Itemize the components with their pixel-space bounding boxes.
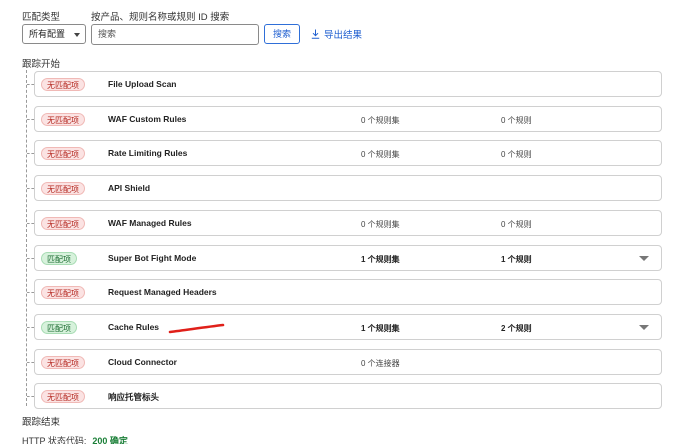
- ruleset-count: 1 个规则集: [361, 323, 400, 333]
- trace-row[interactable]: 匹配项 Super Bot Fight Mode 1 个规则集 1 个规则: [27, 244, 662, 271]
- trace-row: 无匹配项 Request Managed Headers: [27, 279, 662, 306]
- tree-tick: [27, 153, 34, 155]
- trace-row: 无匹配项 WAF Managed Rules 0 个规则集 0 个规则: [27, 209, 662, 236]
- match-status-badge: 无匹配项: [41, 216, 85, 230]
- trace-row: 无匹配项 File Upload Scan: [27, 71, 662, 97]
- tree-tick: [27, 292, 34, 294]
- ruleset-count: 0 个规则集: [361, 115, 400, 125]
- trace-row: 无匹配项 Cloud Connector 0 个连接器: [27, 348, 662, 375]
- rule-count: 0 个规则: [501, 150, 532, 160]
- http-status: HTTP 状态代码: 200 确定: [22, 434, 128, 444]
- trace-end-label: 跟踪结束: [22, 417, 61, 428]
- match-status-badge: 匹配项: [41, 251, 77, 265]
- rule-count: 1 个规则: [501, 254, 532, 264]
- match-status-badge: 无匹配项: [41, 286, 85, 300]
- trace-row: 无匹配项 API Shield: [27, 175, 662, 202]
- match-status-badge: 无匹配项: [41, 147, 85, 161]
- chevron-down-icon[interactable]: [639, 255, 649, 261]
- tree-tick: [27, 84, 34, 85]
- ruleset-count: 1 个规则集: [361, 254, 400, 264]
- product-name: Cloud Connector: [108, 356, 177, 367]
- rule-count: 2 个规则: [501, 323, 532, 333]
- export-results-link[interactable]: 导出结果: [311, 27, 362, 41]
- trace-row[interactable]: 匹配项 Cache Rules 1 个规则集 2 个规则: [27, 313, 662, 340]
- match-type-value: 所有配置: [29, 29, 66, 39]
- tree-connector: [26, 70, 27, 406]
- tree-tick: [27, 118, 34, 120]
- product-name: API Shield: [108, 183, 151, 194]
- trace-row: 无匹配项 WAF Custom Rules 0 个规则集 0 个规则: [27, 105, 662, 132]
- match-type-label: 匹配类型: [22, 12, 61, 23]
- http-status-code: 200 确定: [92, 436, 128, 444]
- match-status-badge: 无匹配项: [41, 355, 85, 369]
- chevron-down-icon: [74, 33, 80, 37]
- download-icon: [311, 29, 320, 39]
- search-input[interactable]: 搜索: [91, 24, 259, 45]
- trace-row: 无匹配项 Rate Limiting Rules 0 个规则集 0 个规则: [27, 140, 662, 167]
- tree-tick: [27, 361, 34, 363]
- match-status-badge: 无匹配项: [41, 182, 85, 196]
- tree-tick: [27, 222, 34, 224]
- search-label: 按产品、规则名称或规则 ID 搜索: [91, 12, 230, 23]
- trace-start-label: 跟踪开始: [22, 59, 61, 70]
- chevron-down-icon[interactable]: [639, 324, 649, 330]
- product-name: File Upload Scan: [108, 79, 177, 89]
- http-status-label: HTTP 状态代码:: [22, 436, 87, 444]
- search-button[interactable]: 搜索: [264, 24, 300, 44]
- ruleset-count: 0 个规则集: [361, 219, 400, 229]
- match-status-badge: 无匹配项: [41, 390, 85, 404]
- export-label: 导出结果: [324, 30, 363, 41]
- product-name: Super Bot Fight Mode: [108, 252, 197, 263]
- product-name: WAF Custom Rules: [108, 113, 187, 124]
- red-annotation-stroke: [168, 323, 225, 334]
- match-status-badge: 无匹配项: [41, 78, 85, 91]
- product-name: Cache Rules: [108, 321, 160, 332]
- tree-tick: [27, 326, 34, 328]
- rule-count: 0 个规则: [501, 219, 532, 229]
- tree-tick: [27, 257, 34, 259]
- ruleset-count: 0 个连接器: [361, 358, 400, 368]
- tree-tick: [27, 188, 34, 190]
- product-name: Rate Limiting Rules: [108, 148, 188, 159]
- rule-count: 0 个规则: [501, 115, 532, 125]
- match-status-badge: 匹配项: [41, 320, 77, 334]
- product-name: 响应托管标头: [108, 392, 160, 403]
- product-name: WAF Managed Rules: [108, 217, 192, 228]
- match-type-select[interactable]: 所有配置: [22, 24, 86, 44]
- trace-row: 无匹配项 响应托管标头: [27, 383, 662, 410]
- match-status-badge: 无匹配项: [41, 112, 85, 126]
- ruleset-count: 0 个规则集: [361, 150, 400, 160]
- tree-tick: [27, 396, 34, 398]
- product-name: Request Managed Headers: [108, 287, 217, 298]
